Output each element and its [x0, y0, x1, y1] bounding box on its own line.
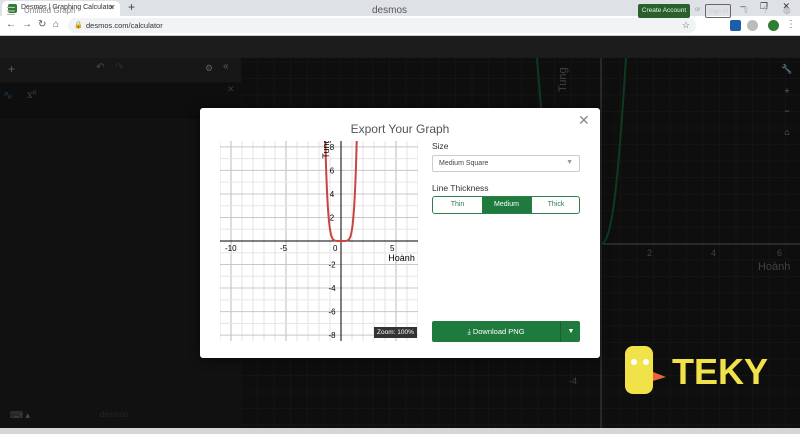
browser-menu-icon[interactable]: ⋮: [786, 19, 796, 30]
profile-avatar[interactable]: [768, 20, 779, 31]
download-png-label: ⤓ Download PNG: [432, 321, 560, 342]
size-select[interactable]: Medium Square ▼: [432, 155, 580, 172]
thickness-thick-button[interactable]: Thick: [531, 197, 579, 213]
new-tab-button[interactable]: +: [128, 0, 135, 14]
download-png-text: Download PNG: [472, 327, 525, 336]
back-icon[interactable]: ←: [6, 19, 16, 30]
export-dialog: Export Your Graph ✕ -10 -5 0 5 8 6 4 2 -2 -4 -6 -8 …: [200, 108, 600, 358]
preview-x-tick-label: -10: [225, 244, 237, 253]
teky-logo-mascot: [625, 346, 653, 394]
line-thickness-toggle: Thin Medium Thick: [432, 196, 580, 214]
preview-x-tick-label: 5: [390, 244, 395, 253]
graph-title[interactable]: Untitled Graph: [24, 6, 76, 15]
preview-x-axis-label: Hoành: [388, 253, 415, 263]
preview-x-tick-label: 0: [333, 244, 338, 253]
preview-y-tick-label: -8: [328, 331, 336, 340]
sign-in-button[interactable]: Sign In: [705, 4, 731, 18]
download-options-chevron-icon[interactable]: ▼: [560, 321, 581, 342]
url-text: desmos.com/calculator: [86, 21, 163, 30]
zoom-badge: Zoom: 100%: [374, 327, 417, 338]
address-bar[interactable]: 🔒 desmos.com/calculator ☆: [68, 18, 696, 33]
dialog-title: Export Your Graph: [350, 122, 450, 136]
preview-y-tick-label: -4: [328, 284, 336, 293]
preview-y-tick-label: 4: [330, 190, 335, 199]
or-text: or: [695, 7, 701, 13]
tab-close-icon[interactable]: ×: [109, 3, 114, 12]
language-icon[interactable]: ◍: [783, 5, 791, 16]
download-png-button[interactable]: ⤓ Download PNG ▼: [432, 321, 580, 342]
bookmark-star-icon[interactable]: ☆: [682, 20, 690, 31]
home-icon[interactable]: ⌂: [53, 19, 59, 30]
size-label: Size: [432, 141, 449, 151]
share-icon[interactable]: ⇪: [742, 5, 750, 16]
line-thickness-label: Line Thickness: [432, 183, 489, 193]
chevron-down-icon: ▼: [566, 159, 573, 166]
preview-x-tick-label: -5: [280, 244, 288, 253]
reload-icon[interactable]: ↻: [38, 19, 46, 30]
help-icon[interactable]: ?: [763, 5, 768, 15]
shield-extension-icon[interactable]: [747, 20, 758, 31]
graph-preview: -10 -5 0 58642-2-4-6-8 Hoành Tung: [220, 141, 418, 341]
thickness-medium-button[interactable]: Medium: [482, 197, 531, 213]
thickness-thin-button[interactable]: Thin: [433, 197, 483, 213]
size-select-value: Medium Square: [439, 160, 489, 167]
close-icon[interactable]: ✕: [578, 112, 590, 129]
forward-icon[interactable]: →: [22, 19, 32, 30]
hamburger-menu-icon[interactable]: ☰: [6, 5, 16, 18]
preview-y-axis-label: Tung: [321, 141, 331, 159]
preview-y-tick-label: -2: [328, 261, 336, 270]
browser-toolbar: ← → ↻ ⌂ 🔒 desmos.com/calculator ☆ ⋮: [0, 16, 800, 36]
taskbar: [0, 428, 800, 434]
desmos-logo: desmos: [372, 5, 408, 16]
preview-y-tick-label: 2: [330, 213, 335, 222]
preview-y-tick-label: 6: [330, 166, 335, 175]
create-account-button[interactable]: Create Account: [638, 4, 690, 18]
teky-logo-text: TEKY: [672, 351, 768, 392]
extension-icon[interactable]: [730, 20, 741, 31]
preview-y-tick-label: -6: [328, 308, 336, 317]
lock-icon: 🔒: [74, 22, 83, 29]
teky-logo: TEKY: [625, 346, 768, 394]
